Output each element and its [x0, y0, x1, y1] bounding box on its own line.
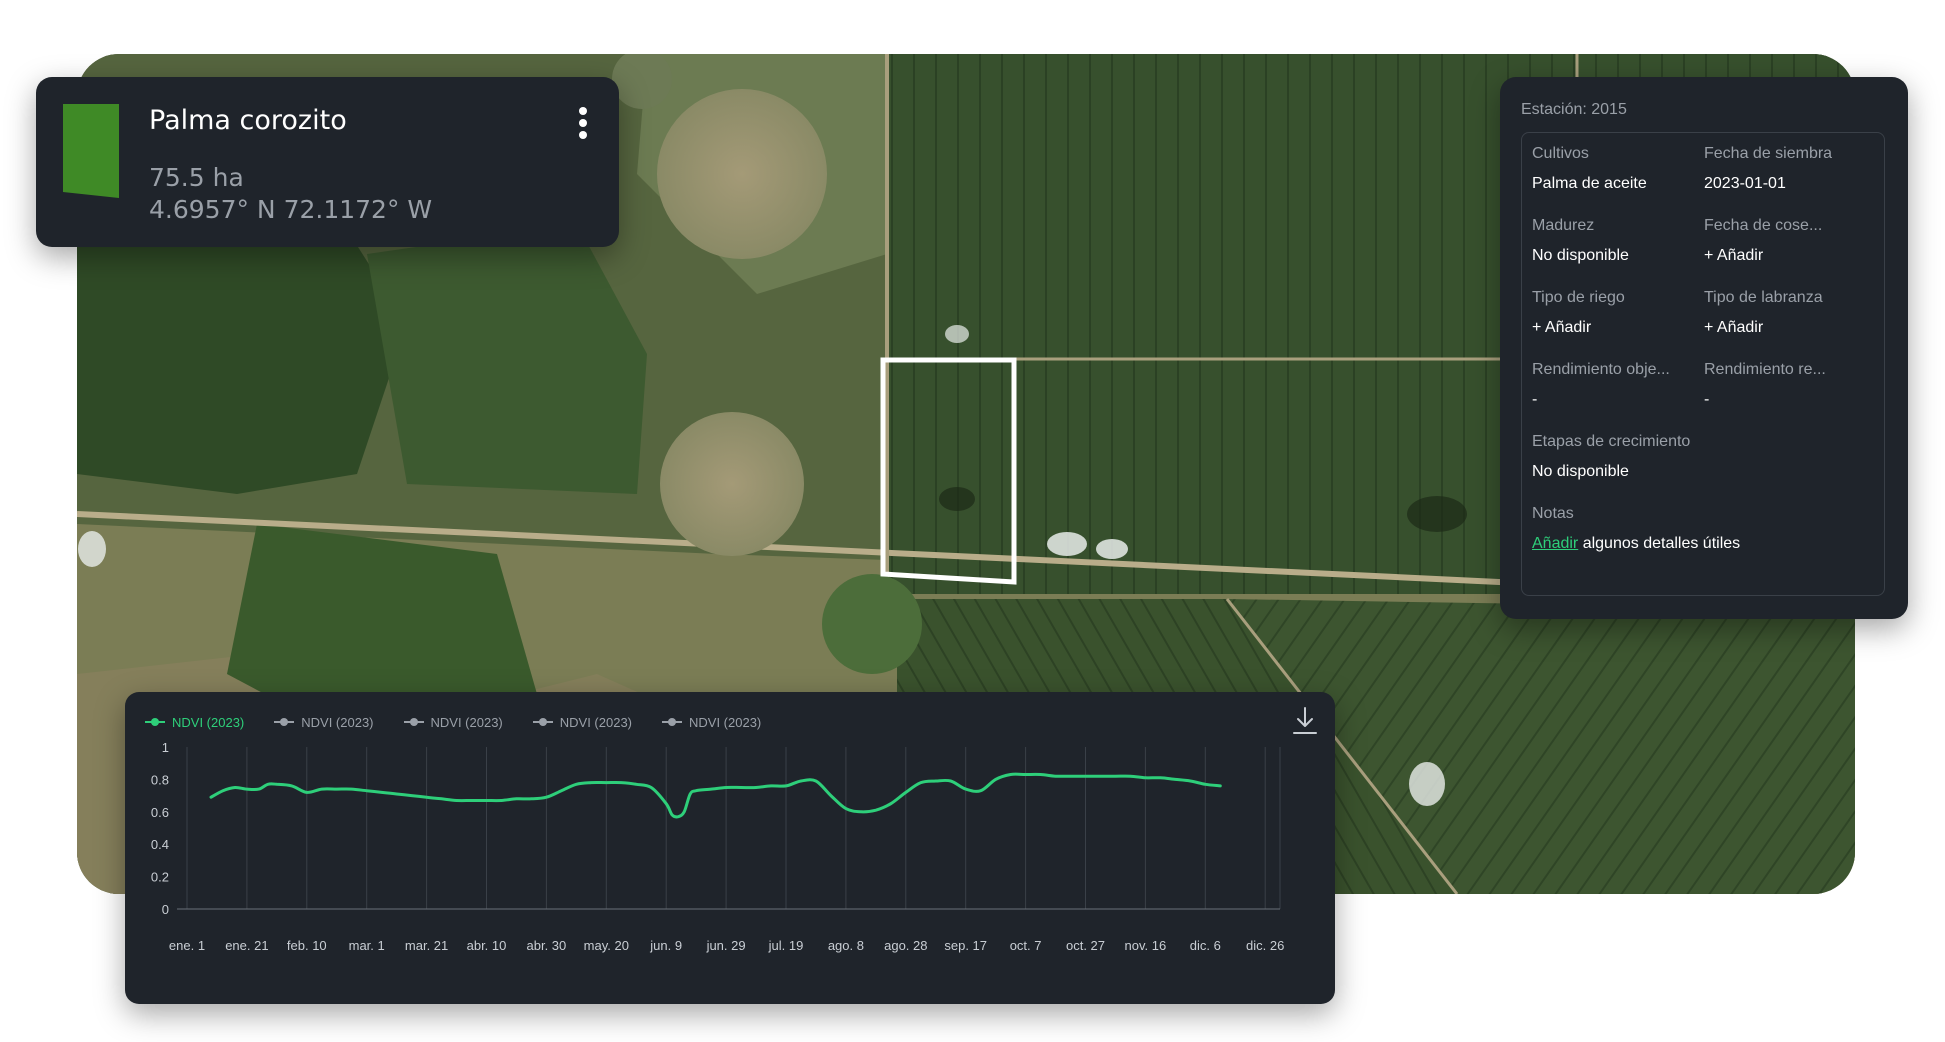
x-tick-label: ago. 28 [884, 938, 927, 953]
maturity-label: Madurez [1532, 217, 1595, 234]
add-harvest-date-button[interactable]: + Añadir [1704, 247, 1874, 265]
x-tick-label: ene. 1 [169, 938, 205, 953]
x-tick-label: ene. 21 [225, 938, 268, 953]
x-tick-label: oct. 27 [1066, 938, 1105, 953]
x-tick-label: dic. 26 [1246, 938, 1284, 953]
add-notes-link[interactable]: Añadir [1532, 535, 1578, 552]
x-tick-label: jun. 29 [706, 938, 746, 953]
x-tick-label: dic. 6 [1190, 938, 1221, 953]
y-tick-label: 0.8 [151, 772, 169, 787]
irrigation-label: Tipo de riego [1532, 289, 1625, 306]
x-tick-label: abr. 10 [467, 938, 507, 953]
target-yield-label: Rendimiento obje... [1532, 361, 1670, 378]
actual-yield-label: Rendimiento re... [1704, 361, 1826, 378]
ndvi-series-line [209, 772, 1222, 819]
harvest-date-label: Fecha de cose... [1704, 217, 1823, 234]
ndvi-line-chart: ene. 1 ene. 21 feb. 10 mar. 1 mar. 21 abr. 10… [151, 740, 1284, 953]
add-irrigation-button[interactable]: + Añadir [1532, 319, 1702, 337]
y-tick-label: 1 [162, 740, 169, 755]
field-area: 75.5 ha [149, 163, 244, 192]
x-tick-label: oct. 7 [1010, 938, 1042, 953]
harvest-date-field: Fecha de cose... + Añadir [1704, 217, 1874, 265]
growth-stages-value: No disponible [1532, 463, 1629, 480]
x-tick-label: feb. 10 [287, 938, 327, 953]
sowing-date-value: 2023-01-01 [1704, 175, 1786, 192]
field-card: Palma corozito 75.5 ha 4.6957° N 72.1172… [36, 77, 619, 247]
x-tick-label: jul. 19 [768, 938, 804, 953]
field-shape-icon [63, 104, 119, 198]
field-details-panel: Estación: 2015 Cultivos Palma de aceite … [1500, 77, 1908, 619]
crop-field: Cultivos Palma de aceite [1532, 145, 1702, 193]
x-tick-label: may. 20 [584, 938, 629, 953]
target-yield-field: Rendimiento obje... - [1532, 361, 1702, 409]
x-tick-label: mar. 21 [405, 938, 448, 953]
notes-label: Notas [1532, 505, 1574, 522]
x-tick-label: mar. 1 [349, 938, 385, 953]
growth-stages-label: Etapas de crecimiento [1532, 433, 1691, 450]
season-label: Estación: 2015 [1521, 101, 1627, 118]
sowing-date-field: Fecha de siembra 2023-01-01 [1704, 145, 1874, 193]
tillage-label: Tipo de labranza [1704, 289, 1823, 306]
actual-yield-value: - [1704, 391, 1710, 408]
y-tick-label: 0.4 [151, 837, 169, 852]
details-box: Cultivos Palma de aceite Fecha de siembr… [1521, 132, 1885, 596]
ndvi-chart-panel: NDVI (2023) NDVI (2023) NDVI (2023) NDVI (2… [125, 692, 1335, 1004]
x-tick-label: ago. 8 [828, 938, 864, 953]
x-tick-label: nov. 16 [1125, 938, 1167, 953]
x-tick-label: jun. 9 [649, 938, 682, 953]
crop-label: Cultivos [1532, 145, 1589, 162]
actual-yield-field: Rendimiento re... - [1704, 361, 1874, 409]
y-tick-label: 0 [162, 902, 169, 917]
maturity-field: Madurez No disponible [1532, 217, 1702, 265]
notes-field: Notas Añadir algunos detalles útiles [1532, 505, 1872, 553]
x-tick-label: sep. 17 [944, 938, 987, 953]
notes-hint: algunos detalles útiles [1582, 535, 1741, 552]
irrigation-field: Tipo de riego + Añadir [1532, 289, 1702, 337]
maturity-value: No disponible [1532, 247, 1629, 264]
tillage-field: Tipo de labranza + Añadir [1704, 289, 1874, 337]
field-coordinates: 4.6957° N 72.1172° W [149, 195, 433, 224]
growth-stages-field: Etapas de crecimiento No disponible [1532, 433, 1872, 481]
y-tick-label: 0.2 [151, 870, 169, 885]
sowing-date-label: Fecha de siembra [1704, 145, 1833, 162]
y-tick-label: 0.6 [151, 805, 169, 820]
add-tillage-button[interactable]: + Añadir [1704, 319, 1874, 337]
target-yield-value: - [1532, 391, 1538, 408]
more-vertical-icon[interactable] [571, 103, 595, 143]
field-name: Palma corozito [149, 105, 347, 136]
x-tick-label: abr. 30 [527, 938, 567, 953]
crop-value: Palma de aceite [1532, 175, 1647, 192]
